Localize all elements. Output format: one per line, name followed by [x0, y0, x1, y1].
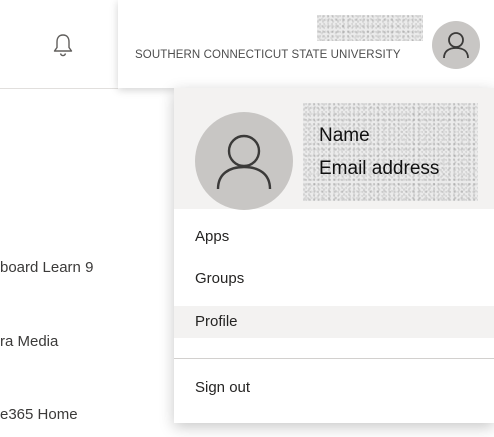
profile-avatar[interactable]: [195, 112, 293, 210]
sidebar-item[interactable]: board Learn 9: [0, 259, 93, 276]
menu-item-apps[interactable]: Apps: [174, 221, 494, 253]
sidebar-item[interactable]: e365 Home: [0, 406, 78, 423]
menu-item-profile[interactable]: Profile: [174, 306, 494, 338]
account-menu: Name Email address Apps Groups Profile S…: [174, 88, 494, 423]
topbar-divider: [0, 88, 118, 89]
header-avatar[interactable]: [432, 21, 480, 69]
account-header[interactable]: SOUTHERN CONNECTICUT STATE UNIVERSITY: [118, 0, 494, 88]
user-email: Email address: [319, 158, 440, 179]
organization-name: SOUTHERN CONNECTICUT STATE UNIVERSITY: [135, 49, 401, 61]
menu-item-sign-out[interactable]: Sign out: [174, 372, 494, 404]
person-icon: [443, 32, 469, 59]
account-menu-header: Name Email address: [174, 88, 494, 210]
menu-divider: [174, 358, 494, 359]
user-name: Name: [319, 125, 370, 146]
redaction-block: [317, 15, 423, 41]
redaction-block: [303, 103, 478, 201]
person-icon: [216, 134, 272, 190]
bell-icon[interactable]: [52, 32, 74, 58]
sidebar-item[interactable]: ra Media: [0, 333, 58, 350]
menu-item-groups[interactable]: Groups: [174, 263, 494, 295]
